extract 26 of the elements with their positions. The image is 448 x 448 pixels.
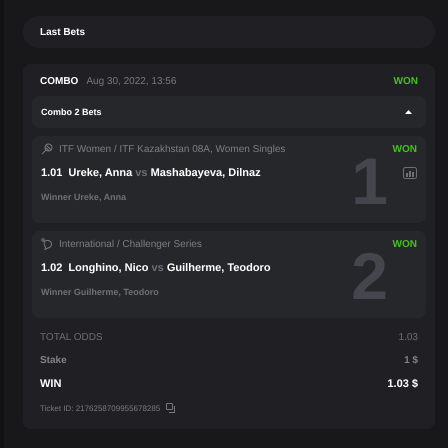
leg-status: WON — [392, 144, 417, 154]
combo-toggle[interactable]: Combo 2 Bets — [32, 96, 426, 128]
section-title: Last Bets — [23, 16, 435, 48]
ticket-id: Ticket ID: 2176258709955678285 — [40, 404, 160, 412]
summary-label: Stake — [40, 355, 67, 366]
bet-type: COMBO — [40, 76, 78, 86]
odds-value: 1.02 — [41, 262, 62, 274]
caret-icon — [405, 110, 412, 114]
selection-text: Winner Guilherme, Teodoro — [41, 287, 160, 297]
bet-date: Aug 30, 2022, 13:56 — [86, 76, 178, 86]
summary-value: 1.03 $ — [387, 378, 418, 390]
odds-value: 1.01 — [41, 167, 62, 179]
copy-icon[interactable] — [166, 403, 176, 413]
stats-icon[interactable] — [403, 167, 417, 179]
match-name: Longhino, Nico vs Guilherme, Teodoro — [68, 262, 272, 274]
match-name: Ureke, Anna vs Mashabayeva, Dilnaz — [68, 167, 262, 179]
tennis-racket-icon — [41, 143, 53, 155]
leg-status: WON — [392, 238, 417, 250]
selection-text: Winner Ureke, Anna — [41, 192, 128, 202]
bet-status: WON — [394, 76, 418, 86]
summary-value: 1 $ — [404, 355, 418, 366]
summary-label: TOTAL ODDS — [40, 332, 103, 343]
summary-label: WIN — [40, 378, 62, 390]
league-name: International / Challenger Series — [59, 238, 203, 250]
league-name: ITF Women / ITF Kazakhstan 08A, Women Singles — [59, 144, 286, 154]
summary-value: 1.03 — [398, 332, 418, 343]
